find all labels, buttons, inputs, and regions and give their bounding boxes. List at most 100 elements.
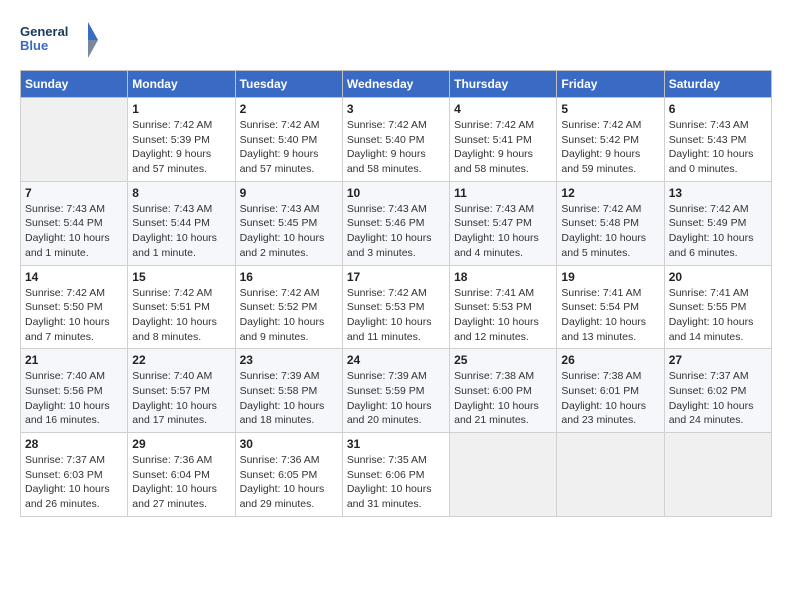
day-number: 16 xyxy=(240,270,338,284)
day-info: Sunrise: 7:43 AMSunset: 5:43 PMDaylight:… xyxy=(669,118,767,177)
day-info: Sunrise: 7:42 AMSunset: 5:39 PMDaylight:… xyxy=(132,118,230,177)
day-info: Sunrise: 7:42 AMSunset: 5:40 PMDaylight:… xyxy=(240,118,338,177)
svg-text:General: General xyxy=(20,24,68,39)
calendar-cell xyxy=(450,433,557,517)
logo: General Blue xyxy=(20,20,100,60)
calendar-cell: 26 Sunrise: 7:38 AMSunset: 6:01 PMDayligh… xyxy=(557,349,664,433)
day-number: 4 xyxy=(454,102,552,116)
calendar-cell: 21 Sunrise: 7:40 AMSunset: 5:56 PMDayligh… xyxy=(21,349,128,433)
calendar-cell: 20 Sunrise: 7:41 AMSunset: 5:55 PMDayligh… xyxy=(664,265,771,349)
column-header-friday: Friday xyxy=(557,71,664,98)
calendar-cell: 30 Sunrise: 7:36 AMSunset: 6:05 PMDayligh… xyxy=(235,433,342,517)
calendar-week-row: 28Sunrise: 7:37 AMSunset: 6:03 PMDayligh… xyxy=(21,433,772,517)
calendar-cell: 31 Sunrise: 7:35 AMSunset: 6:06 PMDayligh… xyxy=(342,433,449,517)
calendar-cell: 29 Sunrise: 7:36 AMSunset: 6:04 PMDayligh… xyxy=(128,433,235,517)
day-number: 28 xyxy=(25,437,123,451)
day-number: 29 xyxy=(132,437,230,451)
column-header-monday: Monday xyxy=(128,71,235,98)
calendar-cell: 4 Sunrise: 7:42 AMSunset: 5:41 PMDaylight… xyxy=(450,98,557,182)
calendar-cell xyxy=(664,433,771,517)
calendar-cell: 18Sunrise: 7:41 AMSunset: 5:53 PMDayligh… xyxy=(450,265,557,349)
day-number: 13 xyxy=(669,186,767,200)
calendar-cell: 23Sunrise: 7:39 AMSunset: 5:58 PMDayligh… xyxy=(235,349,342,433)
calendar-cell: 24 Sunrise: 7:39 AMSunset: 5:59 PMDayligh… xyxy=(342,349,449,433)
day-number: 20 xyxy=(669,270,767,284)
day-info: Sunrise: 7:39 AMSunset: 5:58 PMDaylight:… xyxy=(240,369,338,428)
day-number: 19 xyxy=(561,270,659,284)
day-number: 25 xyxy=(454,353,552,367)
day-number: 7 xyxy=(25,186,123,200)
day-number: 21 xyxy=(25,353,123,367)
calendar-cell: 16 Sunrise: 7:42 AMSunset: 5:52 PMDayligh… xyxy=(235,265,342,349)
day-info: Sunrise: 7:43 AMSunset: 5:47 PMDaylight:… xyxy=(454,202,552,261)
day-info: Sunrise: 7:41 AMSunset: 5:55 PMDaylight:… xyxy=(669,286,767,345)
calendar-cell: 11 Sunrise: 7:43 AMSunset: 5:47 PMDayligh… xyxy=(450,181,557,265)
day-number: 26 xyxy=(561,353,659,367)
svg-text:Blue: Blue xyxy=(20,38,48,53)
day-info: Sunrise: 7:40 AMSunset: 5:57 PMDaylight:… xyxy=(132,369,230,428)
day-number: 30 xyxy=(240,437,338,451)
calendar-cell: 7 Sunrise: 7:43 AMSunset: 5:44 PMDaylight… xyxy=(21,181,128,265)
day-number: 2 xyxy=(240,102,338,116)
calendar-cell xyxy=(21,98,128,182)
day-info: Sunrise: 7:41 AMSunset: 5:54 PMDaylight:… xyxy=(561,286,659,345)
day-number: 27 xyxy=(669,353,767,367)
day-number: 10 xyxy=(347,186,445,200)
calendar-cell: 13 Sunrise: 7:42 AMSunset: 5:49 PMDayligh… xyxy=(664,181,771,265)
day-info: Sunrise: 7:42 AMSunset: 5:48 PMDaylight:… xyxy=(561,202,659,261)
day-info: Sunrise: 7:38 AMSunset: 6:01 PMDaylight:… xyxy=(561,369,659,428)
day-number: 5 xyxy=(561,102,659,116)
day-number: 1 xyxy=(132,102,230,116)
column-header-wednesday: Wednesday xyxy=(342,71,449,98)
calendar-cell: 15Sunrise: 7:42 AMSunset: 5:51 PMDayligh… xyxy=(128,265,235,349)
calendar-cell: 19 Sunrise: 7:41 AMSunset: 5:54 PMDayligh… xyxy=(557,265,664,349)
day-info: Sunrise: 7:41 AMSunset: 5:53 PMDaylight:… xyxy=(454,286,552,345)
calendar-cell: 8Sunrise: 7:43 AMSunset: 5:44 PMDaylight… xyxy=(128,181,235,265)
calendar-cell: 12 Sunrise: 7:42 AMSunset: 5:48 PMDayligh… xyxy=(557,181,664,265)
day-number: 8 xyxy=(132,186,230,200)
calendar-cell: 1 Sunrise: 7:42 AMSunset: 5:39 PMDaylight… xyxy=(128,98,235,182)
day-info: Sunrise: 7:43 AMSunset: 5:46 PMDaylight:… xyxy=(347,202,445,261)
calendar-header-row: SundayMondayTuesdayWednesdayThursdayFrid… xyxy=(21,71,772,98)
column-header-sunday: Sunday xyxy=(21,71,128,98)
day-number: 22 xyxy=(132,353,230,367)
day-info: Sunrise: 7:42 AMSunset: 5:41 PMDaylight:… xyxy=(454,118,552,177)
day-number: 15 xyxy=(132,270,230,284)
calendar-cell: 27Sunrise: 7:37 AMSunset: 6:02 PMDayligh… xyxy=(664,349,771,433)
day-info: Sunrise: 7:39 AMSunset: 5:59 PMDaylight:… xyxy=(347,369,445,428)
calendar-week-row: 1 Sunrise: 7:42 AMSunset: 5:39 PMDaylight… xyxy=(21,98,772,182)
day-info: Sunrise: 7:35 AMSunset: 6:06 PMDaylight:… xyxy=(347,453,445,512)
calendar-cell: 14 Sunrise: 7:42 AMSunset: 5:50 PMDayligh… xyxy=(21,265,128,349)
day-info: Sunrise: 7:42 AMSunset: 5:49 PMDaylight:… xyxy=(669,202,767,261)
day-info: Sunrise: 7:38 AMSunset: 6:00 PMDaylight:… xyxy=(454,369,552,428)
day-info: Sunrise: 7:43 AMSunset: 5:45 PMDaylight:… xyxy=(240,202,338,261)
day-number: 11 xyxy=(454,186,552,200)
calendar-cell: 5Sunrise: 7:42 AMSunset: 5:42 PMDaylight… xyxy=(557,98,664,182)
day-number: 31 xyxy=(347,437,445,451)
day-info: Sunrise: 7:40 AMSunset: 5:56 PMDaylight:… xyxy=(25,369,123,428)
calendar-cell xyxy=(557,433,664,517)
day-number: 12 xyxy=(561,186,659,200)
page-header: General Blue xyxy=(20,20,772,60)
calendar-cell: 28Sunrise: 7:37 AMSunset: 6:03 PMDayligh… xyxy=(21,433,128,517)
calendar-cell: 6 Sunrise: 7:43 AMSunset: 5:43 PMDaylight… xyxy=(664,98,771,182)
day-info: Sunrise: 7:36 AMSunset: 6:04 PMDaylight:… xyxy=(132,453,230,512)
column-header-saturday: Saturday xyxy=(664,71,771,98)
day-number: 6 xyxy=(669,102,767,116)
day-info: Sunrise: 7:36 AMSunset: 6:05 PMDaylight:… xyxy=(240,453,338,512)
day-number: 24 xyxy=(347,353,445,367)
day-number: 3 xyxy=(347,102,445,116)
day-info: Sunrise: 7:42 AMSunset: 5:52 PMDaylight:… xyxy=(240,286,338,345)
day-info: Sunrise: 7:42 AMSunset: 5:53 PMDaylight:… xyxy=(347,286,445,345)
day-info: Sunrise: 7:42 AMSunset: 5:50 PMDaylight:… xyxy=(25,286,123,345)
column-header-tuesday: Tuesday xyxy=(235,71,342,98)
calendar-cell: 2 Sunrise: 7:42 AMSunset: 5:40 PMDaylight… xyxy=(235,98,342,182)
day-number: 9 xyxy=(240,186,338,200)
calendar-table: SundayMondayTuesdayWednesdayThursdayFrid… xyxy=(20,70,772,517)
logo-svg: General Blue xyxy=(20,20,100,60)
day-info: Sunrise: 7:43 AMSunset: 5:44 PMDaylight:… xyxy=(25,202,123,261)
calendar-cell: 9 Sunrise: 7:43 AMSunset: 5:45 PMDaylight… xyxy=(235,181,342,265)
calendar-cell: 22 Sunrise: 7:40 AMSunset: 5:57 PMDayligh… xyxy=(128,349,235,433)
calendar-cell: 10 Sunrise: 7:43 AMSunset: 5:46 PMDayligh… xyxy=(342,181,449,265)
day-number: 14 xyxy=(25,270,123,284)
